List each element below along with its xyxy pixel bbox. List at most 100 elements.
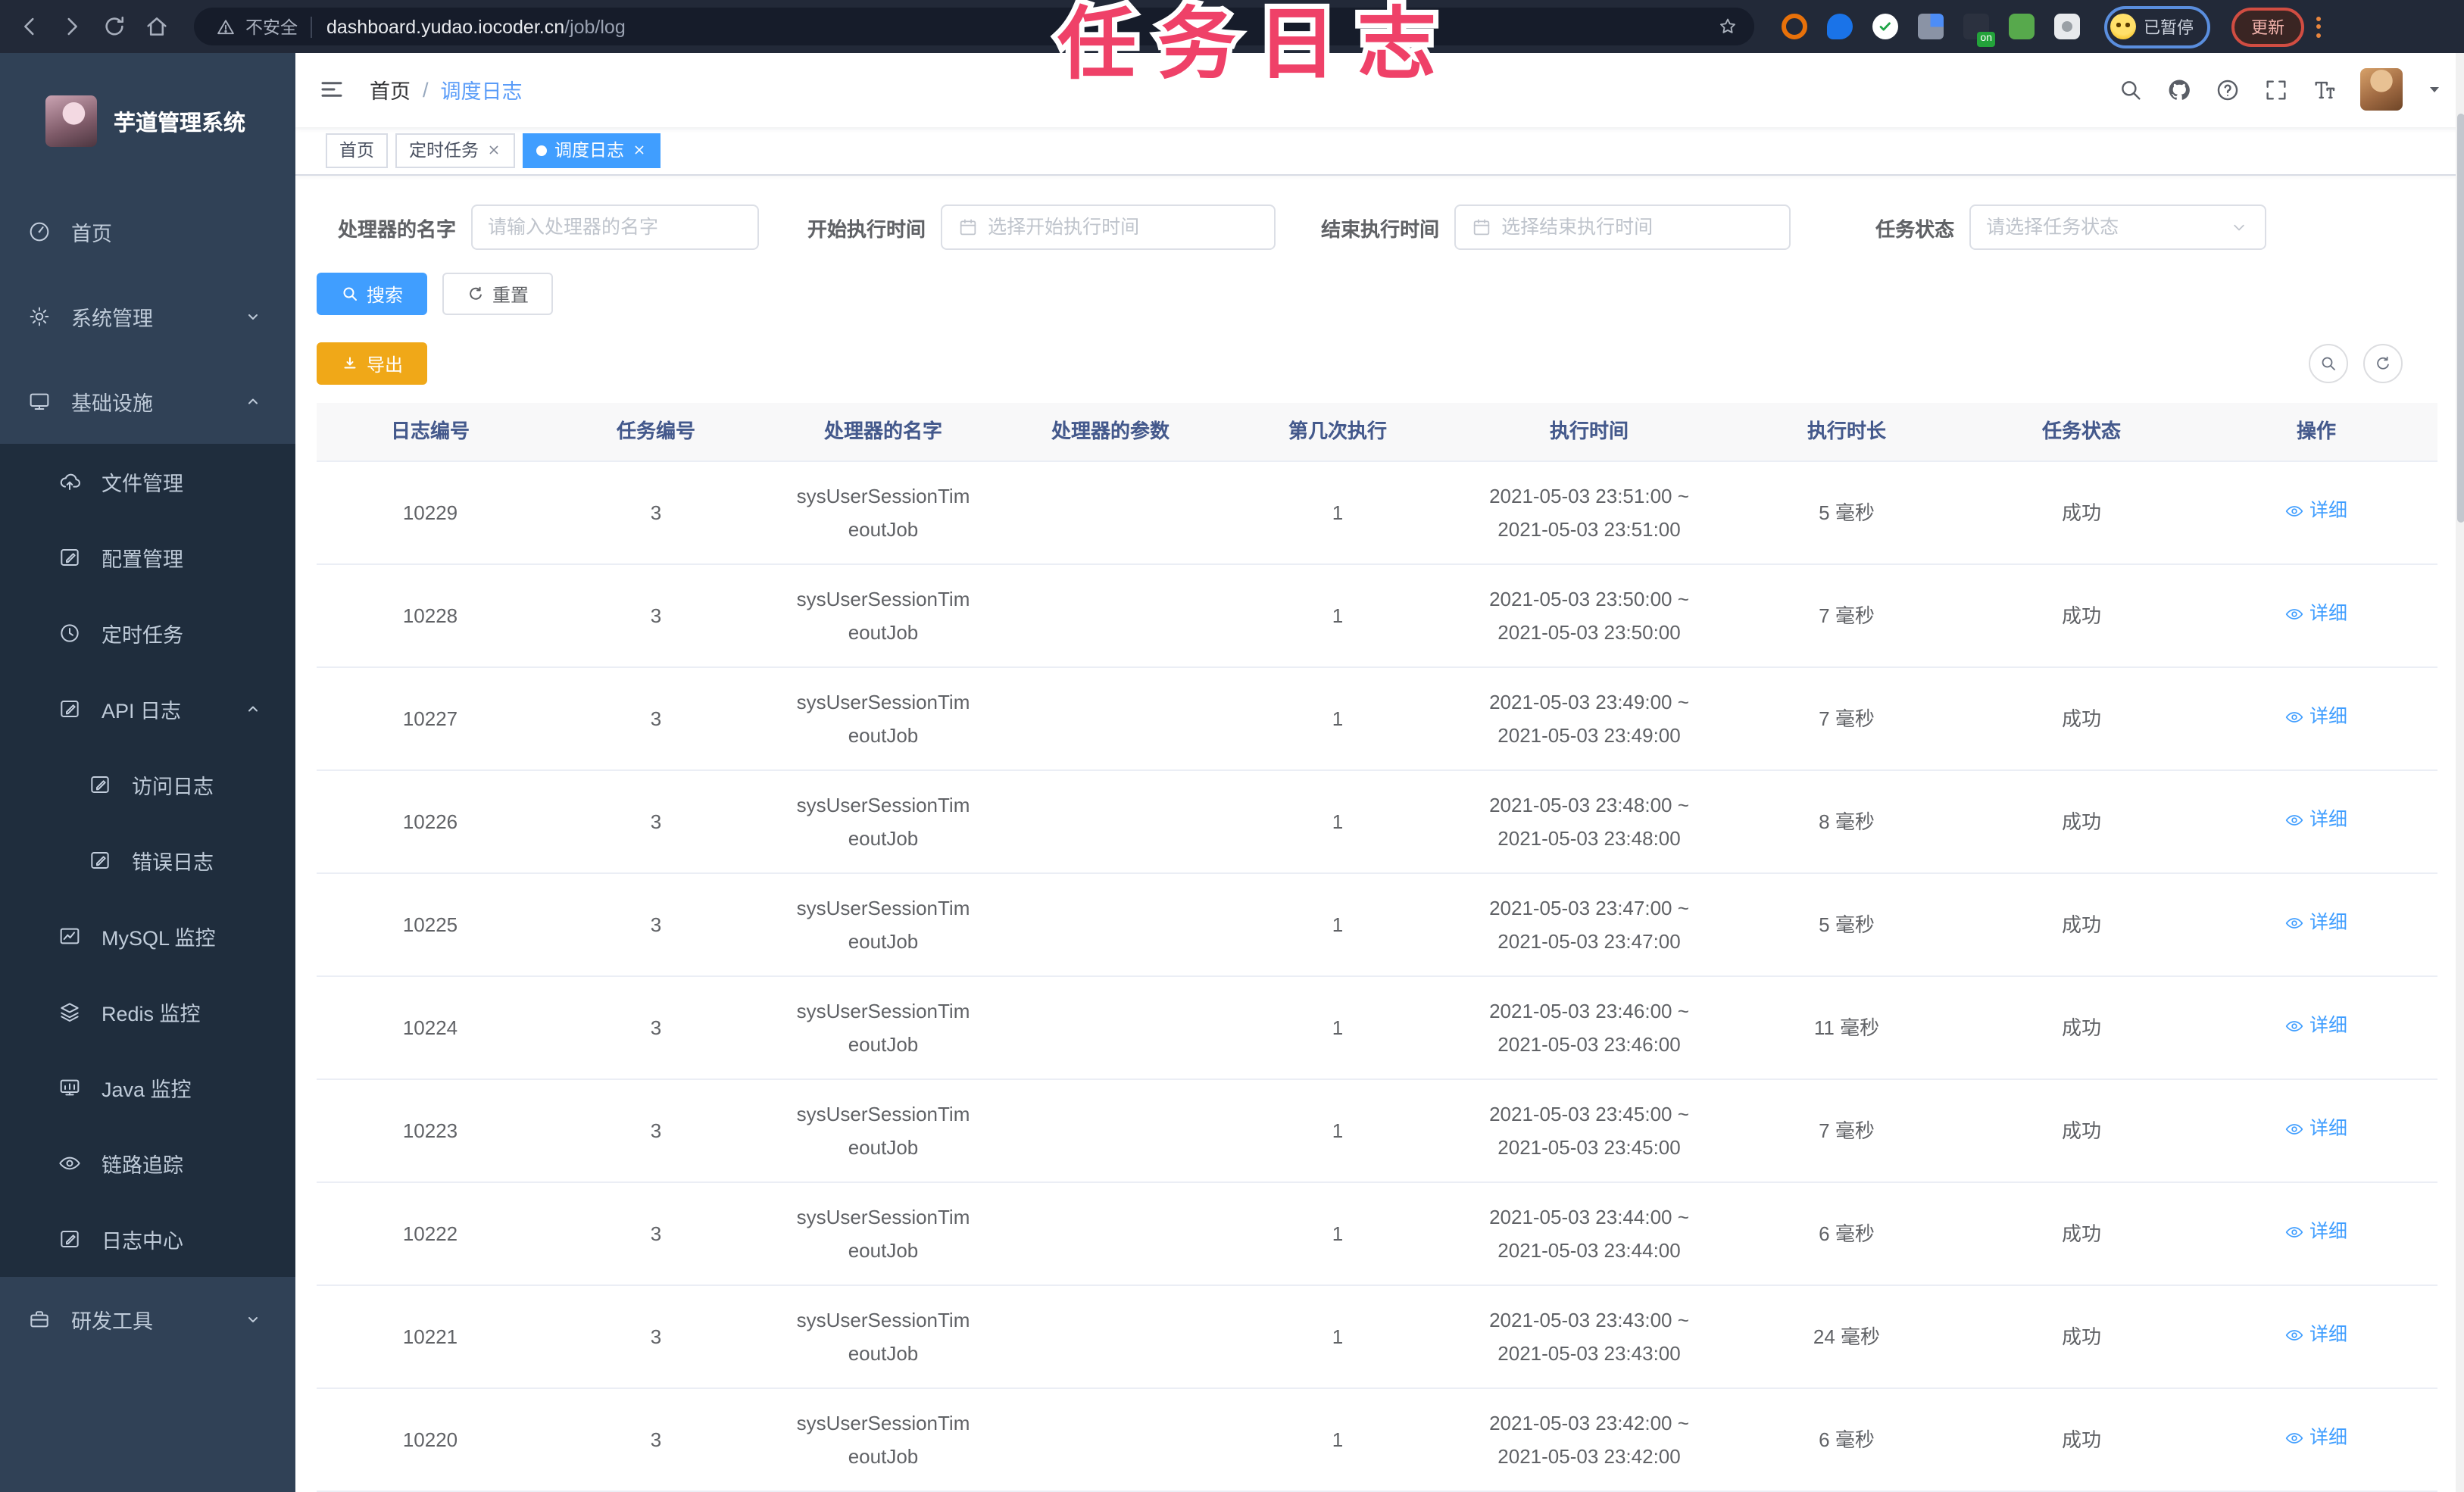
sidebar-item-9[interactable]: 错误日志	[0, 822, 295, 898]
close-icon[interactable]	[632, 143, 647, 158]
sidebar-item-12[interactable]: Java 监控	[0, 1050, 295, 1125]
avatar-caret-down-icon[interactable]	[2425, 81, 2444, 99]
sidebar-item-6[interactable]: 定时任务	[0, 595, 295, 671]
table-row-10227: 10227 3 sysUserSessionTim eoutJob 1 2021-05-0…	[317, 668, 2437, 771]
fullscreen-icon[interactable]	[2263, 77, 2289, 103]
detail-link[interactable]: 详细	[2285, 1113, 2347, 1144]
url-path: /job/log	[564, 16, 626, 37]
browser-update-button[interactable]: 更新	[2231, 7, 2304, 46]
app-logo-row[interactable]: 芋道管理系统	[0, 53, 295, 189]
close-icon[interactable]	[486, 143, 501, 158]
tab-2[interactable]: 定时任务	[395, 133, 515, 168]
search-button[interactable]: 搜索	[317, 273, 428, 315]
detail-link[interactable]: 详细	[2285, 804, 2347, 835]
extensions-row	[1782, 14, 2080, 47]
tab-label: 首页	[339, 142, 374, 161]
filter-text-control[interactable]	[471, 204, 760, 250]
blue-pin-extension-icon[interactable]	[1827, 14, 1853, 39]
filter-date-control[interactable]	[941, 204, 1276, 250]
handler-name-cell: sysUserSessionTim eoutJob	[796, 485, 970, 540]
green-dot-extension-icon[interactable]	[2009, 14, 2035, 39]
duration-cell: 7 毫秒	[1819, 1119, 1875, 1142]
sidebar-item-11[interactable]: Redis 监控	[0, 974, 295, 1050]
log-id-cell: 10226	[402, 810, 458, 833]
screenshot-stage: 不安全 dashboard.yudao.iocoder.cn /job/log …	[0, 0, 2464, 1492]
help-icon[interactable]	[2215, 77, 2241, 103]
forward-icon[interactable]	[59, 14, 85, 39]
search-icon[interactable]	[2118, 77, 2144, 103]
export-button[interactable]: 导出	[317, 342, 428, 385]
back-icon[interactable]	[17, 14, 42, 39]
eye-icon	[2285, 604, 2305, 623]
sidebar-item-10[interactable]: MySQL 监控	[0, 898, 295, 974]
sidebar-item-13[interactable]: 链路追踪	[0, 1125, 295, 1201]
hamburger-icon[interactable]	[318, 76, 345, 104]
puzzle-extension-icon[interactable]	[2054, 14, 2080, 39]
tab-3[interactable]: 调度日志	[523, 133, 661, 168]
filter-date-control[interactable]	[1454, 204, 1791, 250]
on-badge-extension-icon[interactable]	[1963, 14, 1995, 47]
log-id-cell: 10222	[402, 1222, 458, 1245]
exec-index-cell: 1	[1332, 1016, 1344, 1039]
detail-link[interactable]: 详细	[2285, 1010, 2347, 1041]
table-header-cell: 处理器的参数	[1051, 420, 1170, 443]
sidebar-item-4[interactable]: 文件管理	[0, 444, 295, 520]
toolbox-icon	[27, 1307, 52, 1331]
detail-link-label: 详细	[2309, 808, 2347, 830]
filter-input[interactable]	[1986, 217, 2220, 238]
detail-link-label: 详细	[2309, 1014, 2347, 1036]
user-avatar[interactable]	[2360, 68, 2403, 111]
job-id-cell: 3	[650, 707, 662, 730]
sidebar-item-label: 访问日志	[132, 776, 214, 798]
sidebar-item-8[interactable]: 访问日志	[0, 747, 295, 822]
tab-1[interactable]: 首页	[326, 133, 388, 168]
toggle-search-button[interactable]	[2309, 344, 2348, 383]
reload-icon[interactable]	[101, 14, 127, 39]
font-size-icon[interactable]	[2312, 77, 2338, 103]
sidebar-item-2[interactable]: 系统管理	[0, 274, 295, 359]
app-logo-image	[45, 95, 97, 147]
detail-link[interactable]: 详细	[2285, 1319, 2347, 1350]
github-icon[interactable]	[2166, 77, 2192, 103]
reset-button[interactable]: 重置	[442, 273, 554, 315]
breadcrumb-home[interactable]: 首页	[370, 75, 411, 105]
status-cell: 成功	[2061, 1222, 2101, 1245]
scrollbar-thumb[interactable]	[2456, 114, 2464, 523]
profile-emoji-avatar	[2110, 14, 2136, 39]
handler-name-cell: sysUserSessionTim eoutJob	[796, 1412, 970, 1467]
sidebar-item-14[interactable]: 日志中心	[0, 1201, 295, 1277]
browser-menu-icon[interactable]	[2316, 16, 2322, 37]
sidebar-item-1[interactable]: 首页	[0, 189, 295, 274]
home-icon[interactable]	[144, 14, 170, 39]
filter-input[interactable]	[988, 217, 1260, 238]
chevron-up-icon	[244, 392, 262, 410]
admin-app: 芋道管理系统 首页 系统管理 基础设施 文件管理 配置管理 定时任务 API 日志 访问日志错…	[0, 53, 2464, 1492]
green-check-extension-icon[interactable]	[1872, 14, 1898, 39]
orange-ring-extension-icon[interactable]	[1782, 14, 1807, 39]
detail-link[interactable]: 详细	[2285, 598, 2347, 629]
browser-window: 不安全 dashboard.yudao.iocoder.cn /job/log …	[0, 0, 2464, 1492]
window-scrollbar[interactable]	[2456, 53, 2464, 1492]
detail-link[interactable]: 详细	[2285, 907, 2347, 938]
sidebar-item-label: Java 监控	[101, 1078, 192, 1101]
detail-link[interactable]: 详细	[2285, 1422, 2347, 1453]
job-id-cell: 3	[650, 810, 662, 833]
layers-icon	[58, 1000, 82, 1024]
sidebar-item-5[interactable]: 配置管理	[0, 520, 295, 595]
filter-input[interactable]	[1501, 217, 1775, 238]
detail-link[interactable]: 详细	[2285, 495, 2347, 526]
grid-extension-icon[interactable]	[1918, 14, 1944, 39]
sidebar-item-3[interactable]: 基础设施	[0, 359, 295, 444]
browser-profile-chip[interactable]: 已暂停	[2104, 5, 2210, 48]
detail-link[interactable]: 详细	[2285, 701, 2347, 732]
duration-cell: 7 毫秒	[1819, 707, 1875, 730]
filter-select-control[interactable]	[1969, 204, 2267, 250]
bookmark-star-icon[interactable]	[1716, 15, 1739, 38]
address-bar[interactable]: 不安全 dashboard.yudao.iocoder.cn /job/log	[194, 8, 1754, 45]
operation-cell: 详细	[2195, 598, 2437, 634]
sidebar-item-15[interactable]: 研发工具	[0, 1277, 295, 1362]
refresh-table-button[interactable]	[2363, 344, 2403, 383]
detail-link[interactable]: 详细	[2285, 1216, 2347, 1247]
sidebar-item-7[interactable]: API 日志	[0, 671, 295, 747]
filter-input[interactable]	[488, 217, 743, 238]
